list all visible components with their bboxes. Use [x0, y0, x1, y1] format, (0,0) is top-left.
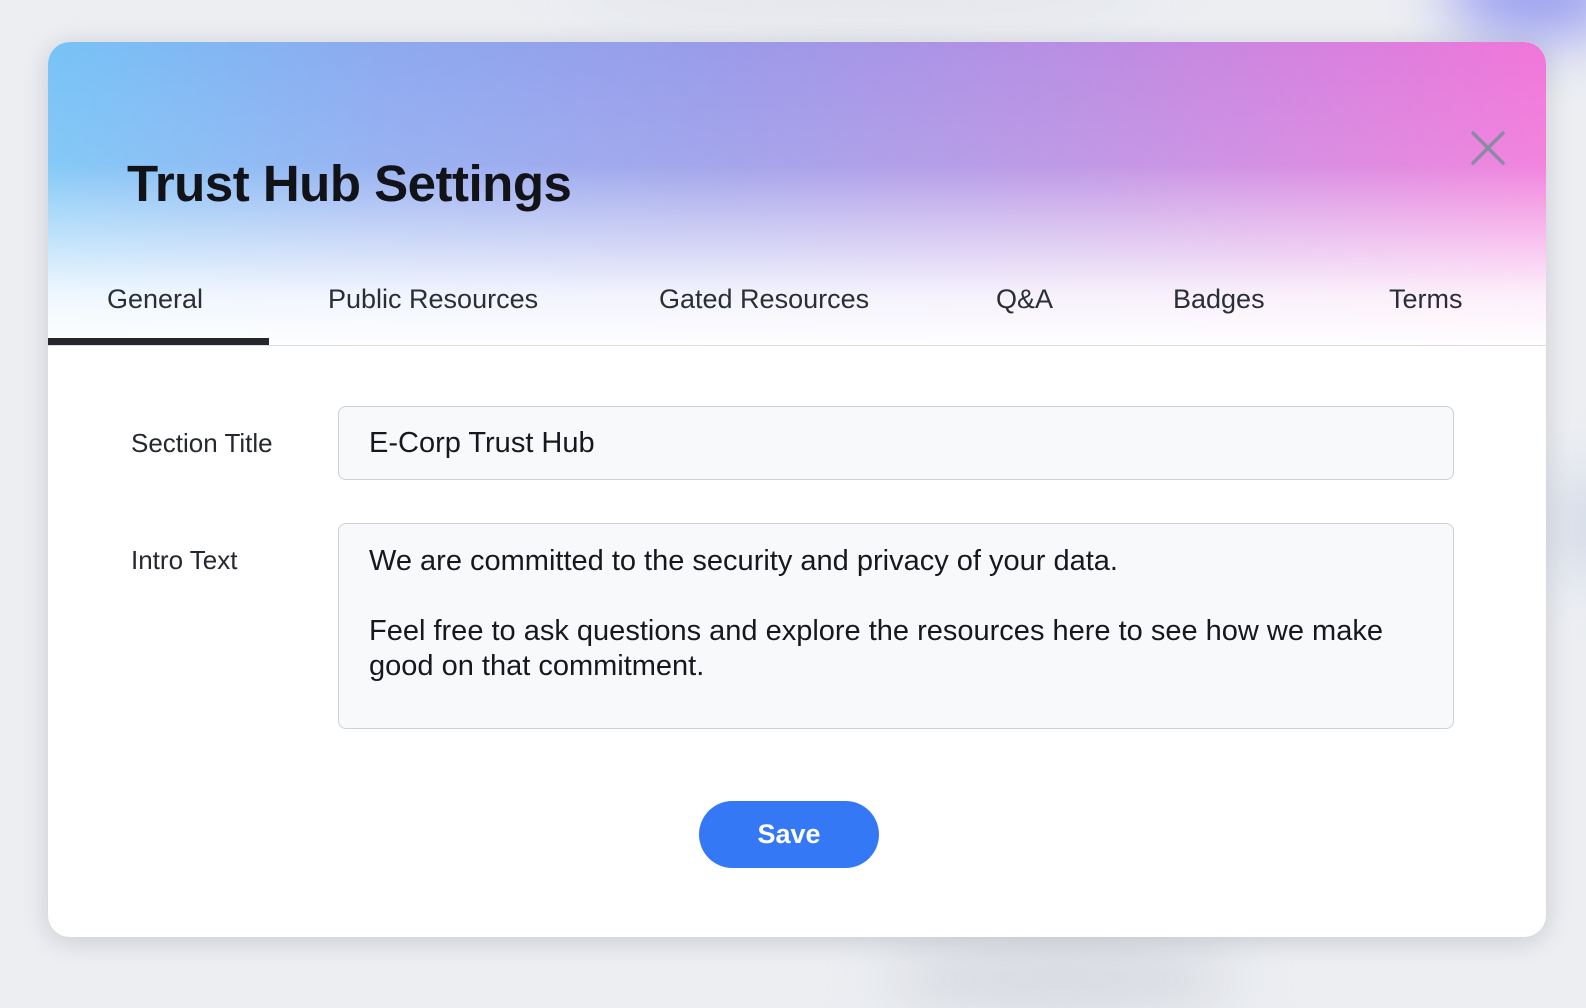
intro-text-field[interactable]: We are committed to the security and pri… — [338, 523, 1454, 729]
background-blur — [1556, 470, 1586, 580]
background-blur — [880, 948, 1240, 1008]
tab-qa[interactable]: Q&A — [996, 284, 1053, 315]
section-title-input[interactable] — [338, 406, 1454, 480]
tab-public-resources[interactable]: Public Resources — [328, 284, 538, 315]
settings-tabs: General Public Resources Gated Resources… — [48, 42, 1546, 346]
tabs-divider — [48, 345, 1546, 346]
intro-text-label: Intro Text — [131, 545, 238, 575]
section-title-label: Section Title — [131, 428, 273, 458]
tab-gated-resources[interactable]: Gated Resources — [659, 284, 869, 315]
save-button[interactable]: Save — [699, 801, 879, 868]
active-tab-indicator — [48, 338, 269, 345]
tab-terms[interactable]: Terms — [1389, 284, 1463, 315]
modal-header: Trust Hub Settings General Public Resour… — [48, 42, 1546, 350]
trust-hub-settings-modal: Trust Hub Settings General Public Resour… — [48, 42, 1546, 937]
tab-badges[interactable]: Badges — [1173, 284, 1265, 315]
background-blur — [560, 0, 1160, 20]
background-blur — [1446, 0, 1586, 40]
tab-general[interactable]: General — [107, 284, 203, 315]
